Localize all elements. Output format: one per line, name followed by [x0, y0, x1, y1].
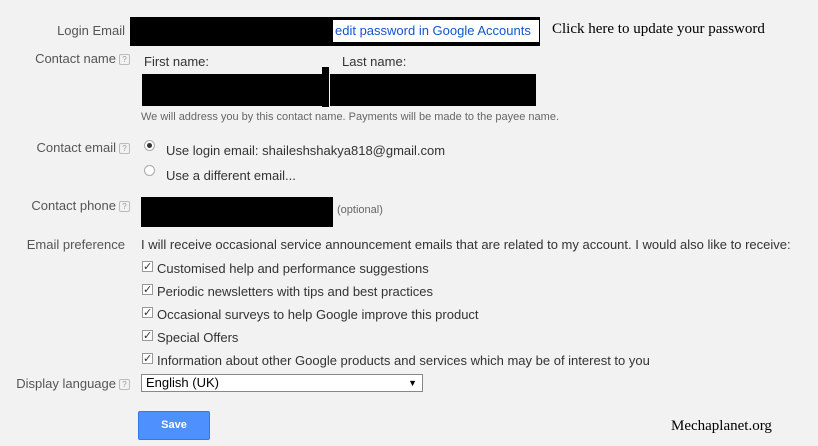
display-language-value: English (UK): [146, 375, 219, 390]
pref-label-help: Customised help and performance suggesti…: [157, 261, 429, 276]
help-icon[interactable]: ?: [119, 201, 130, 212]
radio-login-email-label: Use login email: shaileshshakya818@gmail…: [166, 143, 446, 158]
email-preference-label: Email preference: [26, 237, 125, 252]
contact-phone-input[interactable]: [141, 197, 333, 227]
display-language-label: Display language?: [10, 376, 130, 391]
help-icon[interactable]: ?: [119, 54, 130, 65]
radio-different-email-label: Use a different email...: [166, 168, 296, 183]
pref-label-offers: Special Offers: [157, 330, 239, 345]
radio-different-email[interactable]: [144, 165, 155, 176]
last-name-label: Last name:: [342, 54, 407, 69]
login-email-label: Login Email: [57, 23, 125, 38]
pref-label-surveys: Occasional surveys to help Google improv…: [157, 307, 479, 322]
edit-password-link-box[interactable]: edit password in Google Accounts: [333, 20, 539, 42]
password-annotation: Click here to update your password: [552, 21, 765, 37]
last-name-input[interactable]: [330, 74, 536, 106]
contact-name-hint: We will address you by this contact name…: [141, 111, 560, 123]
first-name-input[interactable]: [142, 74, 326, 106]
contact-name-label: Contact name?: [10, 51, 130, 66]
contact-phone-label: Contact phone?: [10, 198, 130, 213]
pref-checkbox-newsletters[interactable]: ✓: [142, 284, 153, 295]
pref-label-newsletters: Periodic newsletters with tips and best …: [157, 284, 434, 299]
pref-checkbox-products[interactable]: ✓: [142, 353, 153, 364]
display-language-select[interactable]: English (UK) ▼: [141, 374, 423, 392]
email-preference-intro: I will receive occasional service announ…: [141, 237, 791, 252]
pref-checkbox-help[interactable]: ✓: [142, 261, 153, 272]
contact-email-label: Contact email?: [10, 140, 130, 155]
pref-checkbox-offers[interactable]: ✓: [142, 330, 153, 341]
dropdown-arrow-icon: ▼: [408, 378, 417, 388]
redaction-mark: [322, 67, 329, 107]
phone-optional-text: (optional): [337, 204, 383, 216]
pref-label-products: Information about other Google products …: [157, 353, 650, 368]
first-name-label: First name:: [144, 54, 210, 69]
save-button[interactable]: Save: [138, 411, 210, 440]
help-icon[interactable]: ?: [119, 379, 130, 390]
pref-checkbox-surveys[interactable]: ✓: [142, 307, 153, 318]
watermark: Mechaplanet.org: [671, 418, 772, 434]
edit-password-link[interactable]: edit password in Google Accounts: [335, 23, 531, 38]
help-icon[interactable]: ?: [119, 143, 130, 154]
radio-login-email[interactable]: [144, 140, 155, 151]
